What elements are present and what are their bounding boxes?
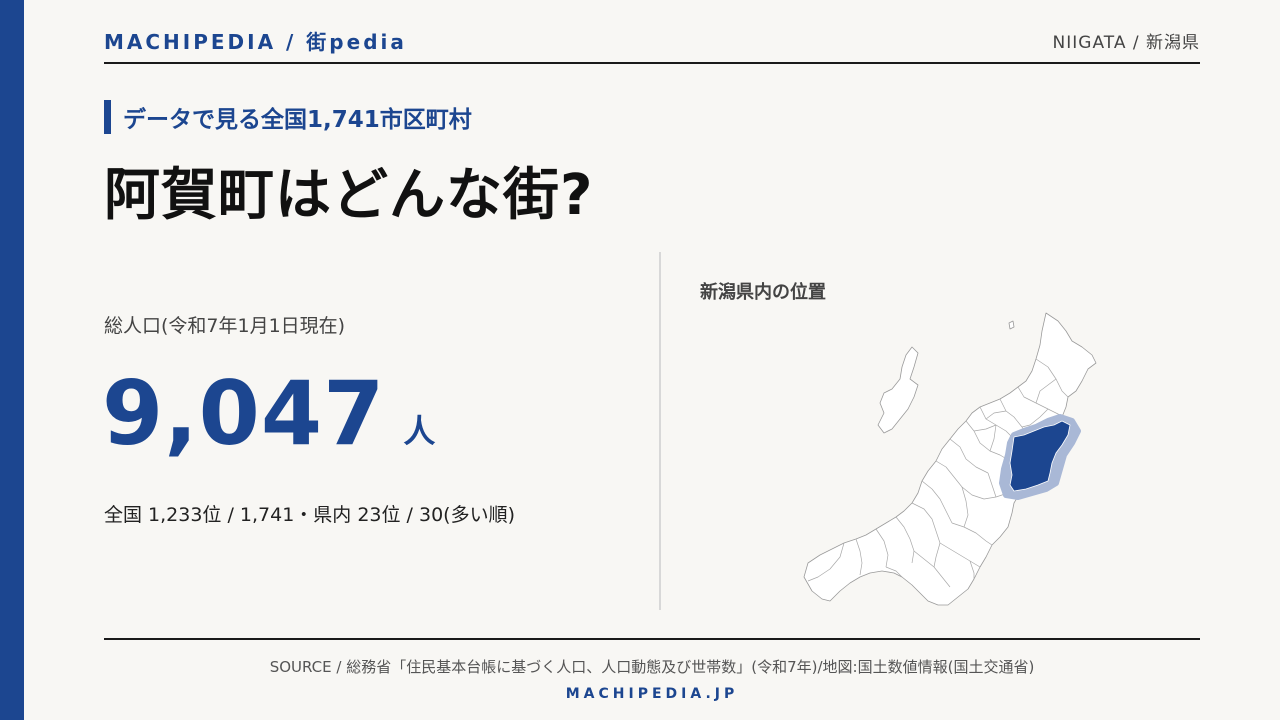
population-label: 総人口(令和7年1月1日現在) [104, 315, 346, 337]
prefecture-label: NIIGATA / 新潟県 [1052, 33, 1200, 53]
subtitle: データで見る全国1,741市区町村 [123, 107, 472, 133]
brand-logo[interactable]: MACHIPEDIA / 街pedia [104, 26, 407, 55]
footer-divider [104, 638, 1200, 640]
subtitle-block: データで見る全国1,741市区町村 [104, 100, 472, 134]
header: MACHIPEDIA / 街pedia NIIGATA / 新潟県 [104, 26, 1200, 64]
page-title: 阿賀町はどんな街? [104, 163, 594, 228]
map-region-sado [877, 346, 919, 434]
prefecture-map [803, 312, 1097, 606]
source-credit: SOURCE / 総務省「住民基本台帳に基づく人口、人口動態及び世帯数」(令和7… [269, 658, 1035, 676]
population-ranking: 全国 1,233位 / 1,741・県内 23位 / 30(多い順) [104, 504, 516, 526]
left-accent-bar [0, 0, 24, 720]
site-link[interactable]: MACHIPEDIA.JP [0, 686, 1280, 702]
population-value: 9,047 [102, 362, 386, 465]
subtitle-accent-bar [104, 100, 111, 134]
population-value-block: 9,047 人 [102, 370, 435, 458]
map-title: 新潟県内の位置 [700, 282, 826, 303]
column-divider [659, 252, 661, 610]
population-unit: 人 [403, 412, 436, 450]
map-region-awashima [1008, 320, 1015, 330]
